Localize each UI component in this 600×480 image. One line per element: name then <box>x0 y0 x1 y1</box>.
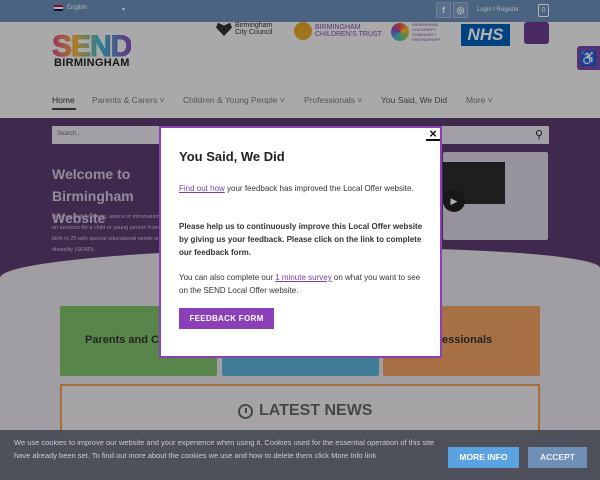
one-minute-survey-link[interactable]: 1 minute survey <box>275 273 331 282</box>
modal-title: You Said, We Did <box>179 149 285 164</box>
modal-paragraph-survey: You can also complete our 1 minute surve… <box>179 273 421 295</box>
find-out-how-link[interactable]: Find out how <box>179 184 225 193</box>
cookie-message: We use cookies to improve our website an… <box>14 438 435 460</box>
feedback-form-button[interactable]: FEEDBACK FORM <box>179 308 274 329</box>
modal-paragraph-help: Please help us to continuously improve t… <box>179 222 423 257</box>
accept-cookies-button[interactable]: ACCEPT <box>528 447 587 468</box>
close-icon[interactable]: × <box>426 127 440 141</box>
modal-paragraph-find-out: Find out how your feedback has improved … <box>179 184 414 193</box>
more-info-button[interactable]: MORE INFO <box>448 447 519 468</box>
